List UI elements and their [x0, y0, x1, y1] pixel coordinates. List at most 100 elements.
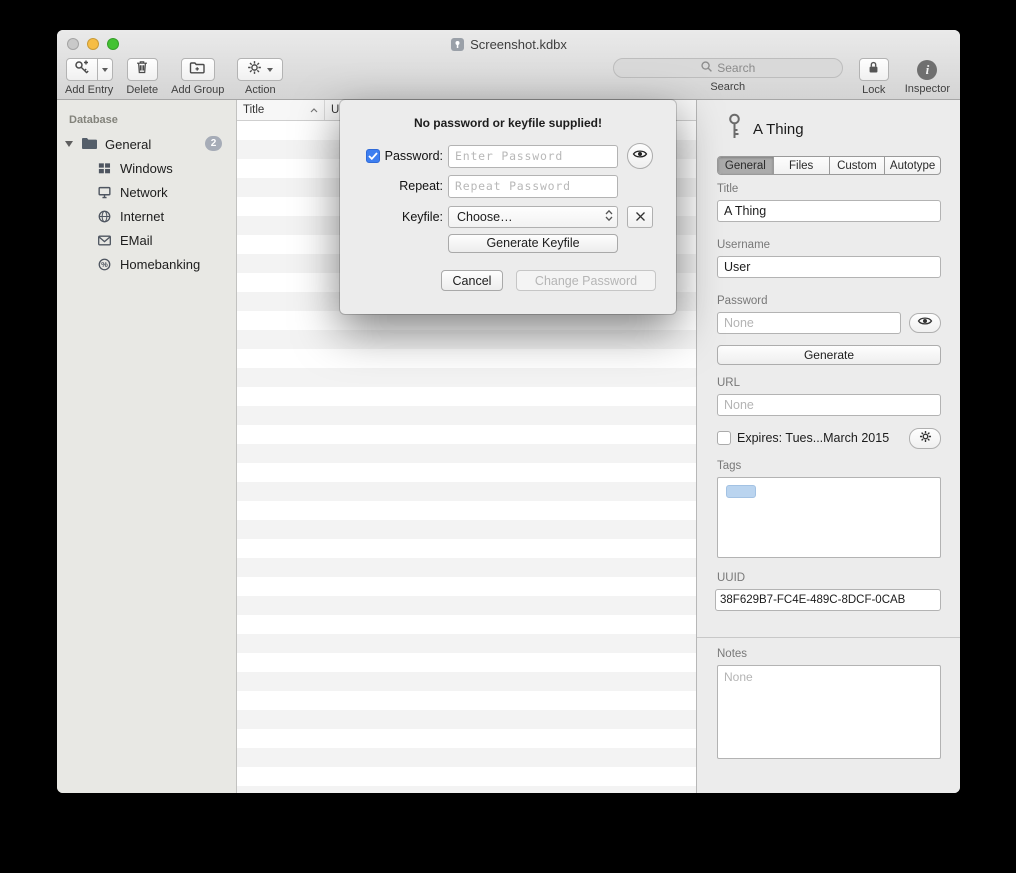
- repeat-password-input[interactable]: [448, 175, 618, 198]
- generate-label: Generate: [804, 348, 854, 362]
- tag-chip[interactable]: [726, 485, 756, 498]
- folder-icon: [81, 136, 98, 153]
- svg-text:%: %: [101, 260, 108, 269]
- cancel-label: Cancel: [453, 274, 492, 288]
- notes-field[interactable]: [717, 665, 941, 759]
- document-icon: [450, 37, 465, 52]
- change-password-dialog: No password or keyfile supplied! Passwor…: [340, 100, 676, 314]
- eye-icon: [632, 147, 648, 165]
- expires-settings-button[interactable]: [909, 428, 941, 449]
- inspector-panel: A Thing General Files Custom Autotype Ti…: [696, 100, 960, 793]
- inspector-label: Inspector: [905, 83, 950, 95]
- generate-keyfile-label: Generate Keyfile: [486, 236, 579, 250]
- search-input[interactable]: Search: [613, 58, 843, 78]
- reveal-password-button[interactable]: [909, 313, 941, 333]
- password-label: Password:: [385, 149, 443, 163]
- url-field[interactable]: [717, 394, 941, 416]
- password-field[interactable]: [717, 312, 901, 334]
- keyfile-popup-button[interactable]: Choose…: [448, 206, 618, 228]
- key-icon: [727, 113, 742, 145]
- enter-password-input[interactable]: [448, 145, 618, 168]
- sidebar-section-header: Database: [57, 110, 236, 132]
- repeat-label: Repeat:: [399, 179, 443, 193]
- generate-keyfile-button[interactable]: Generate Keyfile: [448, 234, 618, 253]
- sidebar-item-internet[interactable]: Internet: [57, 204, 236, 228]
- tab-general[interactable]: General: [718, 157, 774, 174]
- username-field-label: Username: [717, 239, 770, 251]
- inspector-divider: [697, 637, 960, 638]
- change-password-label: Change Password: [535, 274, 637, 288]
- sidebar-item-label: Network: [120, 185, 168, 200]
- expires-label: Expires: Tues...March 2015: [737, 431, 889, 445]
- tab-custom[interactable]: Custom: [830, 157, 886, 174]
- sidebar-group-general[interactable]: General 2: [57, 132, 236, 156]
- change-password-button[interactable]: Change Password: [516, 270, 656, 291]
- chevron-down-icon: [267, 68, 273, 72]
- tags-label: Tags: [717, 460, 741, 472]
- sidebar-item-label: Homebanking: [120, 257, 200, 272]
- add-entry-button[interactable]: [66, 58, 98, 81]
- sort-ascending-icon: [310, 104, 318, 116]
- reveal-password-button[interactable]: [627, 143, 653, 169]
- disclosure-triangle-icon[interactable]: [65, 141, 73, 147]
- add-group-label: Add Group: [171, 84, 224, 96]
- sidebar-item-windows[interactable]: Windows: [57, 156, 236, 180]
- tab-autotype[interactable]: Autotype: [885, 157, 940, 174]
- url-field-label: URL: [717, 377, 740, 389]
- password-checkbox[interactable]: [366, 149, 380, 163]
- title-field[interactable]: [717, 200, 941, 222]
- sidebar-item-label: EMail: [120, 233, 153, 248]
- sidebar: Database General 2 Windows Network: [57, 100, 237, 793]
- search-placeholder: Search: [717, 61, 755, 75]
- keyfile-label: Keyfile:: [402, 210, 443, 224]
- password-field-label: Password: [717, 295, 768, 307]
- inspector-toggle-button[interactable]: i: [917, 60, 937, 80]
- dialog-message: No password or keyfile supplied!: [340, 116, 676, 130]
- delete-label: Delete: [126, 84, 158, 96]
- lock-icon: [866, 60, 881, 80]
- window-header: Screenshot.kdbx Add Entry: [57, 30, 960, 100]
- key-plus-icon: [74, 59, 90, 80]
- column-username-label: U: [331, 104, 339, 116]
- lock-button[interactable]: [859, 58, 889, 81]
- uuid-field[interactable]: [715, 589, 941, 611]
- window-title: Screenshot.kdbx: [470, 37, 567, 52]
- lock-label: Lock: [862, 84, 885, 96]
- toolbar: Add Entry Delete: [57, 56, 960, 100]
- delete-button[interactable]: [127, 58, 158, 81]
- column-title-label: Title: [243, 104, 264, 116]
- popup-stepper-icon: [605, 209, 613, 225]
- action-button[interactable]: [237, 58, 283, 81]
- search-icon: [700, 60, 713, 76]
- username-field[interactable]: [717, 256, 941, 278]
- trash-icon: [134, 59, 150, 80]
- tab-files[interactable]: Files: [774, 157, 830, 174]
- column-header-title[interactable]: Title: [237, 100, 325, 120]
- globe-icon: [97, 209, 112, 224]
- sidebar-item-homebanking[interactable]: % Homebanking: [57, 252, 236, 276]
- entry-count-badge: 2: [205, 136, 222, 151]
- network-icon: [97, 185, 112, 200]
- action-label: Action: [245, 84, 276, 96]
- folder-plus-icon: [189, 60, 206, 80]
- expires-checkbox[interactable]: [717, 431, 731, 445]
- add-entry-dropdown-button[interactable]: [98, 58, 113, 81]
- app-window: Screenshot.kdbx Add Entry: [57, 30, 960, 793]
- cancel-button[interactable]: Cancel: [441, 270, 503, 291]
- notes-label: Notes: [717, 648, 747, 660]
- sidebar-group-label: General: [105, 137, 151, 152]
- sidebar-item-network[interactable]: Network: [57, 180, 236, 204]
- add-entry-label: Add Entry: [65, 84, 113, 96]
- generate-password-button[interactable]: Generate: [717, 345, 941, 365]
- clear-keyfile-button[interactable]: [627, 206, 653, 228]
- keyfile-value: Choose…: [457, 210, 513, 224]
- uuid-label: UUID: [717, 572, 745, 584]
- chevron-down-icon: [102, 68, 108, 72]
- windows-icon: [97, 161, 112, 176]
- search-label: Search: [710, 81, 745, 93]
- tags-box[interactable]: [717, 477, 941, 558]
- inspector-tabs: General Files Custom Autotype: [717, 156, 941, 175]
- sidebar-item-email[interactable]: EMail: [57, 228, 236, 252]
- add-group-button[interactable]: [181, 58, 215, 81]
- email-icon: [97, 233, 112, 248]
